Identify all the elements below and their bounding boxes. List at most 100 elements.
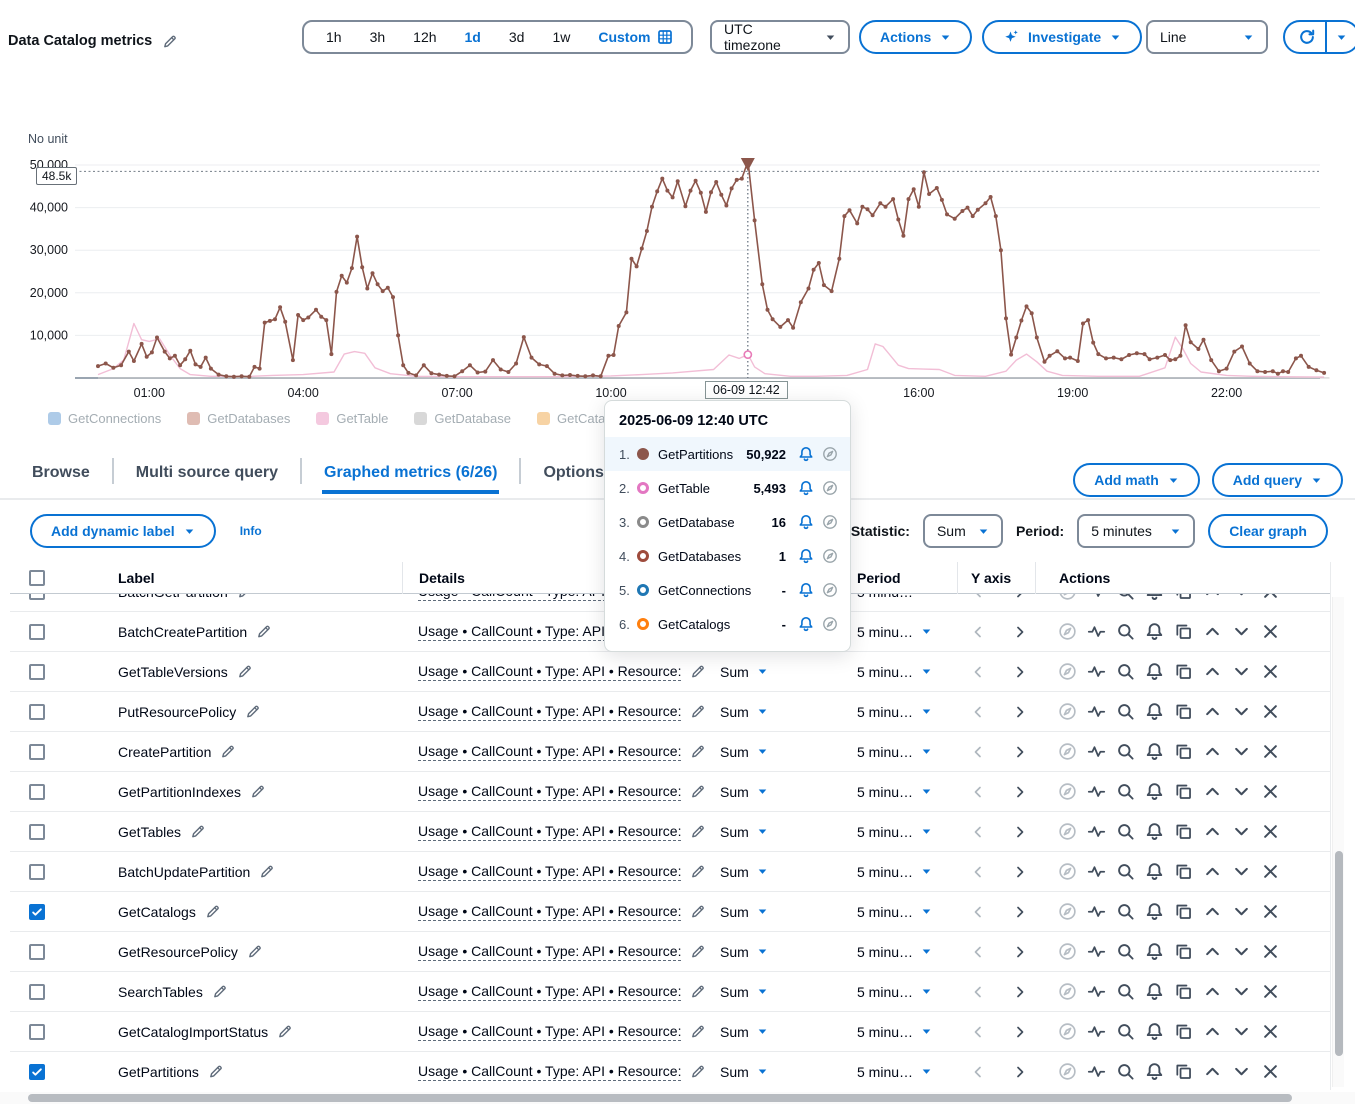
add-dynamic-label-button[interactable]: Add dynamic label <box>30 514 216 548</box>
metric-details-link[interactable]: Usage • CallCount • Type: API • Resource… <box>418 943 681 961</box>
legend-item-GetDatabases[interactable]: GetDatabases <box>187 411 290 426</box>
row-checkbox[interactable] <box>29 1024 45 1040</box>
move-up-icon[interactable] <box>1203 1022 1222 1041</box>
edit-label-icon[interactable] <box>259 864 274 879</box>
anomaly-detection-icon[interactable] <box>1087 702 1106 721</box>
metric-details-link[interactable]: Usage • CallCount • Type: API • Resource… <box>418 743 681 761</box>
time-range-1h[interactable]: 1h <box>312 29 356 45</box>
anomaly-detection-icon[interactable] <box>1087 662 1106 681</box>
alarm-bell-icon[interactable] <box>1145 822 1164 841</box>
search-icon[interactable] <box>1116 662 1135 681</box>
edit-label-icon[interactable] <box>237 594 252 599</box>
row-statistic-select[interactable]: Sum <box>712 784 812 800</box>
alarm-bell-icon[interactable] <box>1145 782 1164 801</box>
row-checkbox[interactable] <box>29 984 45 1000</box>
alarm-bell-icon[interactable] <box>1145 1062 1164 1081</box>
y-axis-left-button[interactable] <box>970 744 986 760</box>
row-statistic-select[interactable]: Sum <box>712 704 812 720</box>
edit-details-icon[interactable] <box>690 704 705 719</box>
move-down-icon[interactable] <box>1232 982 1251 1001</box>
investigate-row-icon[interactable] <box>1058 862 1077 881</box>
investigate-row-icon[interactable] <box>1058 1062 1077 1081</box>
move-up-icon[interactable] <box>1203 1062 1222 1081</box>
investigate-compass-icon[interactable] <box>822 514 838 530</box>
row-period-select[interactable]: 5 minu… <box>812 1064 957 1080</box>
investigate-compass-icon[interactable] <box>822 582 838 598</box>
row-checkbox[interactable] <box>29 744 45 760</box>
row-checkbox[interactable] <box>29 904 45 920</box>
y-axis-left-button[interactable] <box>970 824 986 840</box>
edit-label-icon[interactable] <box>256 624 271 639</box>
row-checkbox[interactable] <box>29 704 45 720</box>
remove-icon[interactable] <box>1261 862 1280 881</box>
row-checkbox[interactable] <box>29 1064 45 1080</box>
edit-title-icon[interactable] <box>162 34 177 49</box>
remove-icon[interactable] <box>1261 662 1280 681</box>
move-down-icon[interactable] <box>1232 742 1251 761</box>
duplicate-icon[interactable] <box>1174 822 1193 841</box>
row-statistic-select[interactable]: Sum <box>712 1064 812 1080</box>
investigate-compass-icon[interactable] <box>822 616 838 632</box>
search-icon[interactable] <box>1116 942 1135 961</box>
edit-label-icon[interactable] <box>245 704 260 719</box>
investigate-compass-icon[interactable] <box>822 548 838 564</box>
y-axis-right-button[interactable] <box>1012 1024 1028 1040</box>
investigate-button[interactable]: Investigate <box>982 20 1142 54</box>
y-axis-left-button[interactable] <box>970 594 986 600</box>
edit-details-icon[interactable] <box>690 784 705 799</box>
anomaly-detection-icon[interactable] <box>1087 782 1106 801</box>
investigate-row-icon[interactable] <box>1058 662 1077 681</box>
vertical-scrollbar[interactable] <box>1332 597 1344 1087</box>
vertical-scrollbar-thumb[interactable] <box>1335 851 1343 1056</box>
search-icon[interactable] <box>1116 782 1135 801</box>
edit-label-icon[interactable] <box>205 904 220 919</box>
move-down-icon[interactable] <box>1232 862 1251 881</box>
y-axis-right-button[interactable] <box>1012 664 1028 680</box>
tab-graphed-metrics[interactable]: Graphed metrics (6/26) <box>322 456 499 494</box>
refresh-options-button[interactable] <box>1327 22 1355 52</box>
chart-type-select[interactable]: Line <box>1146 20 1268 54</box>
duplicate-icon[interactable] <box>1174 742 1193 761</box>
metric-details-link[interactable]: Usage • CallCount • Type: API • Resource… <box>418 663 681 681</box>
move-up-icon[interactable] <box>1203 782 1222 801</box>
y-axis-right-button[interactable] <box>1012 824 1028 840</box>
move-up-icon[interactable] <box>1203 622 1222 641</box>
investigate-row-icon[interactable] <box>1058 594 1077 601</box>
alarm-bell-icon[interactable] <box>1145 662 1164 681</box>
remove-icon[interactable] <box>1261 822 1280 841</box>
time-range-12h[interactable]: 12h <box>399 29 450 45</box>
row-period-select[interactable]: 5 minu… <box>812 744 957 760</box>
metric-details-link[interactable]: Usage • CallCount • Type: API • Resource… <box>418 983 681 1001</box>
y-axis-right-button[interactable] <box>1012 704 1028 720</box>
row-checkbox[interactable] <box>29 864 45 880</box>
duplicate-icon[interactable] <box>1174 982 1193 1001</box>
move-up-icon[interactable] <box>1203 982 1222 1001</box>
metric-details-link[interactable]: Usage • CallCount • Type: API • Resource… <box>418 903 681 921</box>
search-icon[interactable] <box>1116 982 1135 1001</box>
horizontal-scrollbar-thumb[interactable] <box>28 1094 1292 1102</box>
edit-label-icon[interactable] <box>277 1024 292 1039</box>
row-statistic-select[interactable]: Sum <box>712 864 812 880</box>
search-icon[interactable] <box>1116 822 1135 841</box>
search-icon[interactable] <box>1116 594 1135 601</box>
anomaly-detection-icon[interactable] <box>1087 1062 1106 1081</box>
remove-icon[interactable] <box>1261 742 1280 761</box>
edit-details-icon[interactable] <box>690 1024 705 1039</box>
move-up-icon[interactable] <box>1203 702 1222 721</box>
edit-label-icon[interactable] <box>237 664 252 679</box>
row-checkbox[interactable] <box>29 664 45 680</box>
move-down-icon[interactable] <box>1232 1022 1251 1041</box>
edit-details-icon[interactable] <box>690 744 705 759</box>
move-up-icon[interactable] <box>1203 942 1222 961</box>
horizontal-scrollbar[interactable] <box>0 1092 1355 1104</box>
move-down-icon[interactable] <box>1232 662 1251 681</box>
time-range-3h[interactable]: 3h <box>356 29 400 45</box>
select-all-checkbox[interactable] <box>29 570 45 586</box>
anomaly-detection-icon[interactable] <box>1087 742 1106 761</box>
edit-details-icon[interactable] <box>690 664 705 679</box>
row-period-select[interactable]: 5 minu… <box>812 704 957 720</box>
alarm-bell-icon[interactable] <box>1145 982 1164 1001</box>
alarm-bell-icon[interactable] <box>798 514 814 530</box>
anomaly-detection-icon[interactable] <box>1087 822 1106 841</box>
edit-label-icon[interactable] <box>190 824 205 839</box>
